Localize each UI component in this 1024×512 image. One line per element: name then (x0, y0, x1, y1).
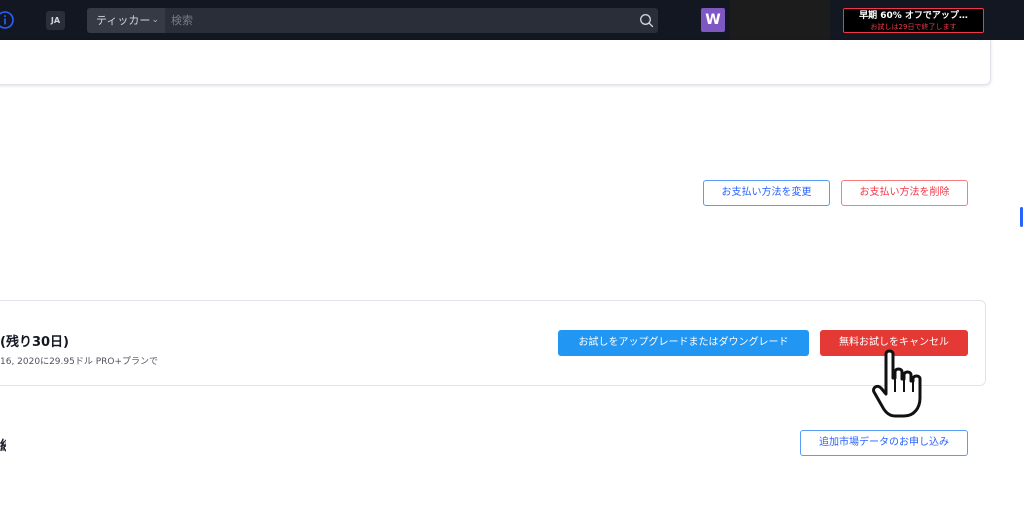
upgrade-downgrade-trial-button[interactable]: お試しをアップグレードまたはダウングレード (558, 330, 809, 356)
trial-title: (残り30日) (0, 335, 69, 350)
delete-payment-method-button[interactable]: お支払い方法を削除 (841, 180, 968, 206)
subscribe-market-data-button[interactable]: 追加市場データのお申し込み (800, 430, 968, 456)
trial-subtitle: 16, 2020に29.95ドル PRO+プランで (0, 357, 159, 367)
change-payment-method-button[interactable]: お支払い方法を変更 (703, 180, 830, 206)
scrollbar-thumb[interactable] (1020, 207, 1023, 227)
search-bar: ティッカー ⌄ (87, 8, 658, 33)
info-icon[interactable] (0, 10, 20, 30)
hand-pointer-icon (872, 349, 922, 418)
topbar-dark-region (730, 0, 830, 40)
promo-upgrade-button[interactable]: 早期 60% オフでアップ… お試しは29日で終了します (843, 8, 984, 33)
ticker-dropdown[interactable]: ティッカー ⌄ (87, 8, 165, 33)
promo-sub-text: お試しは29日で終了します (870, 23, 957, 31)
chevron-down-icon: ⌄ (151, 15, 159, 25)
search-input[interactable] (171, 8, 631, 33)
language-selector[interactable]: JA (46, 11, 65, 30)
account-card (0, 40, 991, 85)
promo-main-text: 早期 60% オフでアップ… (859, 11, 968, 21)
market-data-section-title: 続 (0, 435, 6, 454)
top-navbar: JA ティッカー ⌄ W 早期 60% オフでアップ… お試しは29日で終了しま… (0, 0, 1024, 40)
ticker-dropdown-label: ティッカー (96, 14, 151, 27)
search-icon[interactable] (639, 13, 654, 28)
user-avatar[interactable]: W (701, 8, 725, 32)
